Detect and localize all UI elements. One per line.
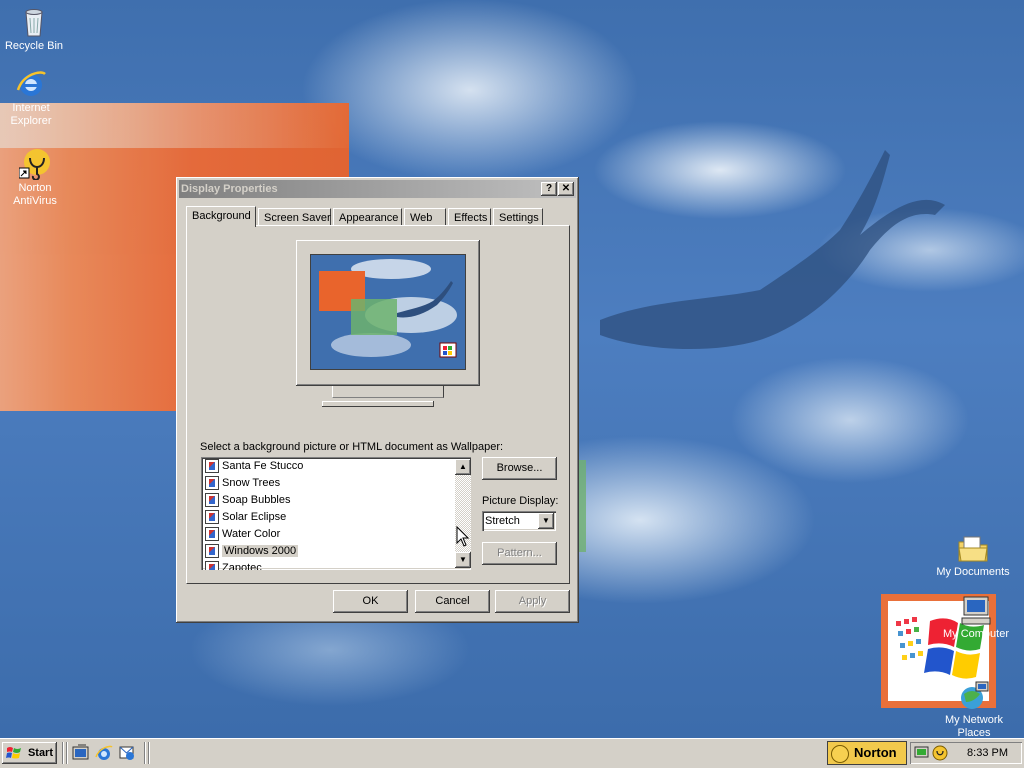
my-computer-icon: [960, 594, 992, 626]
desktop-icon-recycle-bin[interactable]: Recycle Bin: [0, 6, 72, 53]
desktop-icon-label: My Network Places: [944, 714, 1004, 738]
wallpaper-file-icon: [205, 493, 219, 508]
wallpaper-file-icon: [205, 459, 219, 474]
recycle-bin-icon: [18, 6, 50, 38]
wallpaper-file-icon: [205, 561, 219, 570]
monitor-stand: [332, 386, 444, 398]
monitor-preview: [296, 240, 480, 386]
list-item[interactable]: Soap Bubbles: [205, 492, 291, 509]
my-network-places-icon: [958, 680, 990, 712]
desktop-icon-label: Recycle Bin: [4, 40, 64, 52]
list-item[interactable]: Water Color: [205, 526, 280, 543]
desktop-icon-my-documents[interactable]: My Documents: [935, 532, 1011, 579]
wallpaper-file-icon: [205, 510, 219, 525]
norton-taskbar-button[interactable]: Norton: [827, 741, 907, 765]
wallpaper-list[interactable]: Santa Fe Stucco Snow Trees Soap Bubbles …: [201, 457, 471, 570]
norton-icon: [831, 745, 849, 763]
close-button[interactable]: ✕: [558, 182, 574, 196]
scroll-down-arrow-icon[interactable]: ▼: [455, 552, 471, 568]
start-button[interactable]: Start: [2, 742, 57, 764]
tab-appearance[interactable]: Appearance: [333, 208, 402, 226]
desktop-icon-my-computer[interactable]: My Computer: [938, 594, 1014, 641]
chevron-down-icon[interactable]: ▼: [538, 513, 554, 529]
taskbar-separator: [148, 742, 150, 764]
taskbar-separator: [144, 742, 146, 764]
tab-screen-saver[interactable]: Screen Saver: [258, 208, 331, 226]
norton-antivirus-icon: [18, 148, 51, 181]
wallpaper-preview: [310, 254, 466, 370]
desktop-icon-norton-antivirus[interactable]: Norton AntiVirus: [0, 148, 73, 208]
my-documents-icon: [957, 532, 989, 564]
wallpaper-green-block: [578, 460, 586, 552]
desktop-icon-label: My Documents: [936, 566, 1010, 578]
background-tab-panel: Select a background picture or HTML docu…: [186, 225, 570, 584]
norton-antivirus-tray-icon[interactable]: [932, 745, 948, 761]
desktop-icon-label: Internet Explorer: [10, 102, 52, 127]
desktop-icon-label: My Computer: [942, 628, 1010, 640]
outlook-express-icon[interactable]: [118, 744, 136, 762]
display-properties-dialog: Display Properties ? ✕ Background Screen…: [176, 177, 579, 623]
tab-background[interactable]: Background: [186, 206, 256, 227]
norton-label: Norton: [854, 745, 897, 760]
ok-button[interactable]: OK: [333, 590, 408, 613]
start-label: Start: [27, 747, 53, 759]
show-desktop-icon[interactable]: [72, 744, 90, 762]
browse-button[interactable]: Browse...: [482, 457, 557, 480]
taskbar: Start Norton 8:33 PM: [0, 738, 1024, 768]
tab-effects[interactable]: Effects: [448, 208, 491, 226]
desktop-icon-label: Norton AntiVirus: [13, 182, 57, 207]
picture-display-label: Picture Display:: [482, 495, 559, 507]
internet-explorer-icon[interactable]: [95, 744, 113, 762]
picture-display-select[interactable]: Stretch ▼: [482, 511, 556, 531]
pattern-button[interactable]: Pattern...: [482, 542, 557, 565]
display-settings-tray-icon[interactable]: [914, 745, 930, 761]
wallpaper-file-icon: [205, 476, 219, 491]
dialog-title: Display Properties: [181, 183, 278, 195]
tab-settings[interactable]: Settings: [493, 208, 543, 226]
system-tray: 8:33 PM: [910, 742, 1022, 764]
scroll-up-arrow-icon[interactable]: ▲: [455, 459, 471, 475]
apply-button[interactable]: Apply: [495, 590, 570, 613]
taskbar-clock[interactable]: 8:33 PM: [967, 742, 1008, 764]
wallpaper-prompt-label: Select a background picture or HTML docu…: [200, 441, 504, 453]
internet-explorer-icon: [15, 68, 47, 100]
cancel-button[interactable]: Cancel: [415, 590, 490, 613]
wallpaper-list-scrollbar[interactable]: ▲ ▼: [455, 459, 471, 568]
taskbar-separator: [66, 742, 68, 764]
help-button[interactable]: ?: [541, 182, 557, 196]
list-item[interactable]: Snow Trees: [205, 475, 280, 492]
list-item[interactable]: Zapotec: [205, 560, 262, 570]
monitor-base: [322, 401, 434, 407]
wallpaper-diver-silhouette: [600, 150, 945, 350]
windows-flag-icon: [6, 747, 21, 759]
wallpaper-file-icon: [205, 544, 219, 559]
taskbar-separator: [62, 742, 64, 764]
wallpaper-file-icon: [205, 527, 219, 542]
desktop-icon-my-network-places[interactable]: My Network Places: [936, 680, 1012, 738]
list-item-selected[interactable]: Windows 2000: [205, 543, 299, 560]
dialog-titlebar[interactable]: Display Properties ? ✕: [179, 180, 576, 198]
list-item[interactable]: Solar Eclipse: [205, 509, 286, 526]
list-item[interactable]: Santa Fe Stucco: [205, 458, 303, 475]
picture-display-value: Stretch: [485, 515, 520, 527]
mouse-cursor-icon: [456, 526, 470, 547]
desktop-icon-internet-explorer[interactable]: Internet Explorer: [0, 68, 69, 128]
tab-web[interactable]: Web: [404, 208, 446, 226]
